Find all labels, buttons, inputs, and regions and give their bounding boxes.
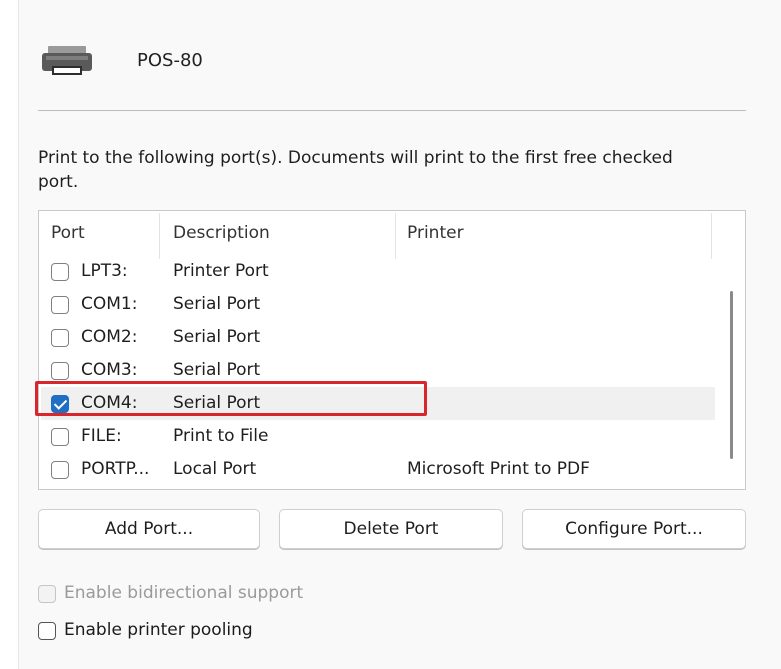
column-header-printer[interactable]: Printer xyxy=(407,223,464,243)
port-name: COM2: xyxy=(81,327,138,347)
column-header-port[interactable]: Port xyxy=(51,223,85,243)
port-name: COM3: xyxy=(81,360,138,380)
table-row[interactable]: FILE: Print to File xyxy=(41,420,715,453)
port-name: COM4: xyxy=(81,393,138,413)
port-description: Serial Port xyxy=(173,327,261,347)
port-checkbox[interactable] xyxy=(51,428,69,446)
table-row-selected[interactable]: COM4: Serial Port xyxy=(41,387,715,420)
port-name: PORTP... xyxy=(81,459,150,479)
column-separator[interactable] xyxy=(395,213,396,259)
port-description: Print to File xyxy=(173,426,269,446)
table-row[interactable]: COM1: Serial Port xyxy=(41,288,715,321)
port-checkbox[interactable] xyxy=(51,263,69,281)
vertical-scrollbar[interactable] xyxy=(730,291,733,459)
port-description: Printer Port xyxy=(173,261,269,281)
table-row[interactable]: LPT3: Printer Port xyxy=(41,255,715,288)
port-name: FILE: xyxy=(81,426,122,446)
port-name: COM1: xyxy=(81,294,138,314)
ports-list[interactable]: Port Description Printer LPT3: Printer P… xyxy=(38,210,746,490)
column-separator[interactable] xyxy=(711,213,712,259)
port-description: Serial Port xyxy=(173,393,261,413)
printer-pooling-label: Enable printer pooling xyxy=(64,620,253,640)
port-printer: Microsoft Print to PDF xyxy=(407,459,590,479)
port-checkbox[interactable] xyxy=(51,461,69,479)
configure-port-button[interactable]: Configure Port... xyxy=(522,509,746,549)
port-description: Serial Port xyxy=(173,294,261,314)
bidirectional-checkbox[interactable] xyxy=(38,585,56,603)
port-checkbox[interactable] xyxy=(51,362,69,380)
add-port-button[interactable]: Add Port... xyxy=(38,509,260,549)
table-row[interactable]: COM2: Serial Port xyxy=(41,321,715,354)
intro-text: Print to the following port(s). Document… xyxy=(38,148,673,192)
column-header-description[interactable]: Description xyxy=(173,223,270,243)
port-description: Serial Port xyxy=(173,360,261,380)
column-separator[interactable] xyxy=(159,213,160,259)
table-row[interactable]: PORTP... Local Port Microsoft Print to P… xyxy=(41,453,715,486)
port-checkbox-checked[interactable] xyxy=(51,395,69,413)
port-checkbox[interactable] xyxy=(51,329,69,347)
divider xyxy=(38,110,746,111)
bidirectional-label: Enable bidirectional support xyxy=(64,583,304,603)
printer-icon xyxy=(40,44,94,78)
port-description: Local Port xyxy=(173,459,257,479)
table-row[interactable]: COM3: Serial Port xyxy=(41,354,715,387)
port-name: LPT3: xyxy=(81,261,128,281)
port-checkbox[interactable] xyxy=(51,296,69,314)
bidirectional-support-option[interactable]: Enable bidirectional support xyxy=(38,582,338,606)
printer-pooling-checkbox[interactable] xyxy=(38,622,56,640)
printer-pooling-option[interactable]: Enable printer pooling xyxy=(38,619,298,643)
printer-name: POS-80 xyxy=(137,50,203,71)
delete-port-button[interactable]: Delete Port xyxy=(279,509,503,549)
